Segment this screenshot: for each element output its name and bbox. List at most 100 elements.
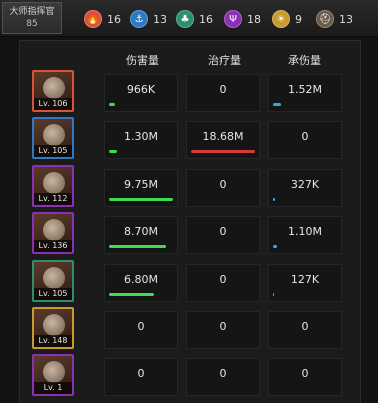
anchor-faction-icon: ⚓ (130, 10, 148, 28)
damage-value: 1.30M (124, 130, 158, 143)
hero-portrait[interactable]: Lv. 1 (32, 354, 74, 396)
faction-count: 13 (153, 12, 167, 26)
helmet-faction-icon: ⛑ (316, 10, 334, 28)
hero-level: Lv. 106 (34, 98, 72, 110)
faction-anchor[interactable]: ⚓ 13 (130, 9, 167, 29)
hero-avatar (43, 219, 65, 241)
tree-faction-icon: ♣ (176, 10, 194, 28)
hero-portrait[interactable]: Lv. 148 (32, 307, 74, 349)
heal-cell: 0 (186, 169, 260, 207)
taken-bar (273, 293, 274, 296)
damage-cell: 6.80M (104, 264, 178, 302)
hero-row[interactable]: Lv. 136 8.70M 0 1.10M (30, 212, 354, 256)
taken-cell: 1.52M (268, 74, 342, 112)
hero-avatar (43, 267, 65, 289)
damage-cell: 0 (104, 311, 178, 349)
heal-value: 0 (219, 178, 227, 191)
top-bar: 大师指挥官 85 🔥 16 ⚓ 13 ♣ 16 Ψ 18 ☀ 9 ⛑ 13 (0, 0, 378, 37)
fire-faction-icon: 🔥 (84, 10, 102, 28)
hero-avatar (43, 172, 65, 194)
hero-avatar (43, 124, 65, 146)
taken-value: 0 (301, 367, 309, 380)
taken-cell: 1.10M (268, 216, 342, 254)
damage-bar (109, 198, 173, 201)
damage-cell: 0 (104, 358, 178, 396)
taken-cell: 127K (268, 264, 342, 302)
damage-value: 6.80M (124, 273, 158, 286)
heal-value: 0 (219, 83, 227, 96)
faction-count: 9 (295, 12, 302, 26)
hero-level: Lv. 1 (34, 382, 72, 394)
heal-bar (191, 150, 255, 153)
hero-row[interactable]: Lv. 106 966K 0 1.52M (30, 70, 354, 114)
damage-cell: 1.30M (104, 121, 178, 159)
damage-bar (109, 150, 117, 153)
heal-value: 0 (219, 367, 227, 380)
heal-value: 18.68M (202, 130, 244, 143)
hero-row[interactable]: Lv. 112 9.75M 0 327K (30, 165, 354, 209)
taken-cell: 327K (268, 169, 342, 207)
taken-value: 0 (301, 320, 309, 333)
hero-portrait[interactable]: Lv. 105 (32, 260, 74, 302)
sun-faction-icon: ☀ (272, 10, 290, 28)
heal-cell: 0 (186, 216, 260, 254)
heal-cell: 0 (186, 311, 260, 349)
faction-helmet[interactable]: ⛑ 13 (316, 9, 353, 29)
hero-row[interactable]: Lv. 1 0 0 0 (30, 354, 354, 398)
damage-cell: 966K (104, 74, 178, 112)
heal-value: 0 (219, 225, 227, 238)
hero-row[interactable]: Lv. 105 6.80M 0 127K (30, 260, 354, 304)
faction-trident[interactable]: Ψ 18 (224, 9, 261, 29)
taken-bar (273, 103, 281, 106)
hero-avatar (43, 77, 65, 99)
heal-cell: 0 (186, 264, 260, 302)
heal-cell: 0 (186, 74, 260, 112)
rank-value: 85 (26, 19, 38, 29)
hero-portrait[interactable]: Lv. 106 (32, 70, 74, 112)
damage-bar (109, 245, 166, 248)
trident-faction-icon: Ψ (224, 10, 242, 28)
damage-value: 0 (137, 367, 145, 380)
header-taken: 承伤量 (288, 54, 321, 67)
faction-sun[interactable]: ☀ 9 (272, 9, 302, 29)
damage-bar (109, 293, 154, 296)
taken-cell: 0 (268, 311, 342, 349)
taken-value: 1.10M (288, 225, 322, 238)
faction-fire[interactable]: 🔥 16 (84, 9, 121, 29)
damage-bar (109, 103, 115, 106)
damage-value: 8.70M (124, 225, 158, 238)
rank-label: 大师指挥官 (9, 7, 55, 17)
damage-value: 0 (137, 320, 145, 333)
hero-avatar (43, 361, 65, 383)
header-heal: 治疗量 (208, 54, 241, 67)
damage-value: 966K (126, 83, 156, 96)
taken-value: 0 (301, 130, 309, 143)
hero-level: Lv. 136 (34, 240, 72, 252)
damage-value: 9.75M (124, 178, 158, 191)
hero-avatar (43, 314, 65, 336)
hero-portrait[interactable]: Lv. 105 (32, 117, 74, 159)
taken-cell: 0 (268, 358, 342, 396)
taken-value: 127K (290, 273, 320, 286)
hero-level: Lv. 148 (34, 335, 72, 347)
faction-count: 18 (247, 12, 261, 26)
hero-level: Lv. 112 (34, 193, 72, 205)
heal-cell: 18.68M (186, 121, 260, 159)
hero-row[interactable]: Lv. 148 0 0 0 (30, 307, 354, 351)
taken-bar (273, 245, 277, 248)
header-damage: 伤害量 (126, 54, 159, 67)
commander-rank-badge[interactable]: 大师指挥官 85 (2, 2, 62, 34)
taken-bar (273, 198, 275, 201)
taken-value: 1.52M (288, 83, 322, 96)
hero-row[interactable]: Lv. 105 1.30M 18.68M 0 (30, 117, 354, 161)
faction-tree[interactable]: ♣ 16 (176, 9, 213, 29)
faction-count: 16 (107, 12, 121, 26)
heal-value: 0 (219, 320, 227, 333)
hero-portrait[interactable]: Lv. 112 (32, 165, 74, 207)
damage-cell: 9.75M (104, 169, 178, 207)
faction-count: 13 (339, 12, 353, 26)
damage-cell: 8.70M (104, 216, 178, 254)
heal-cell: 0 (186, 358, 260, 396)
faction-count: 16 (199, 12, 213, 26)
hero-portrait[interactable]: Lv. 136 (32, 212, 74, 254)
